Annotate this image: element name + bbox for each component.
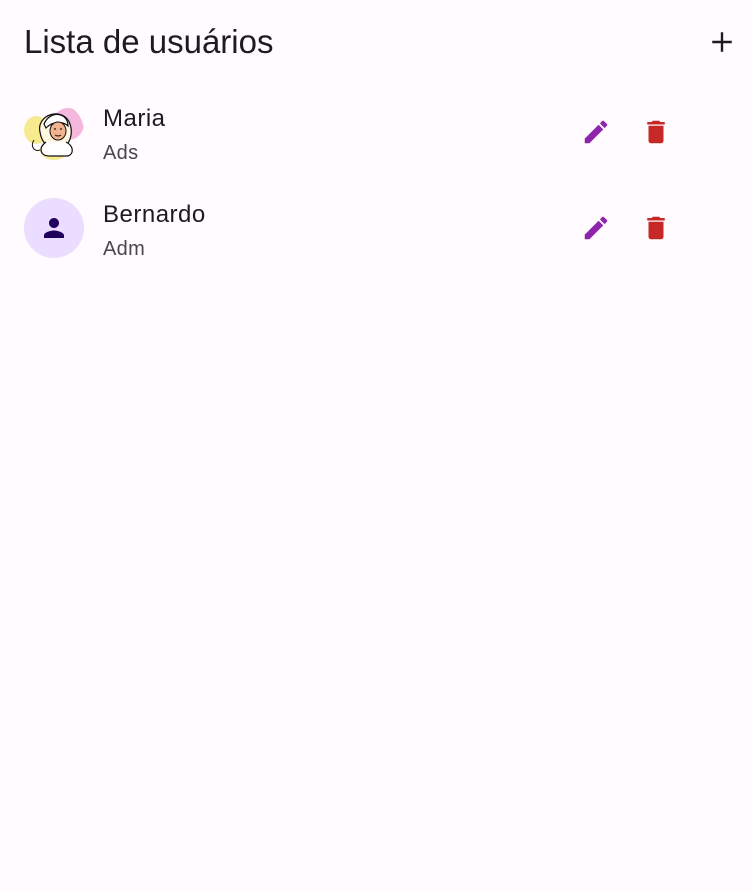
trash-icon	[641, 213, 671, 243]
user-list: Maria Ads Bernardo Adm	[0, 84, 752, 276]
plus-icon	[709, 29, 735, 55]
avatar	[24, 198, 84, 258]
user-name: Bernardo	[103, 201, 206, 228]
user-name: Maria	[103, 105, 166, 132]
app-bar: Lista de usuários	[0, 0, 752, 84]
trash-icon	[641, 117, 671, 147]
edit-button[interactable]	[572, 204, 620, 252]
list-item[interactable]: Bernardo Adm	[0, 180, 752, 276]
page-title: Lista de usuários	[24, 23, 274, 60]
illustrated-portrait-image	[24, 102, 84, 162]
pencil-icon	[581, 213, 611, 243]
add-user-button[interactable]	[698, 18, 746, 66]
user-role: Ads	[103, 142, 139, 164]
delete-button[interactable]	[632, 108, 680, 156]
person-icon	[39, 213, 69, 243]
edit-button[interactable]	[572, 108, 620, 156]
avatar	[24, 102, 84, 162]
user-role: Adm	[103, 238, 146, 260]
delete-button[interactable]	[632, 204, 680, 252]
pencil-icon	[581, 117, 611, 147]
list-item[interactable]: Maria Ads	[0, 84, 752, 180]
